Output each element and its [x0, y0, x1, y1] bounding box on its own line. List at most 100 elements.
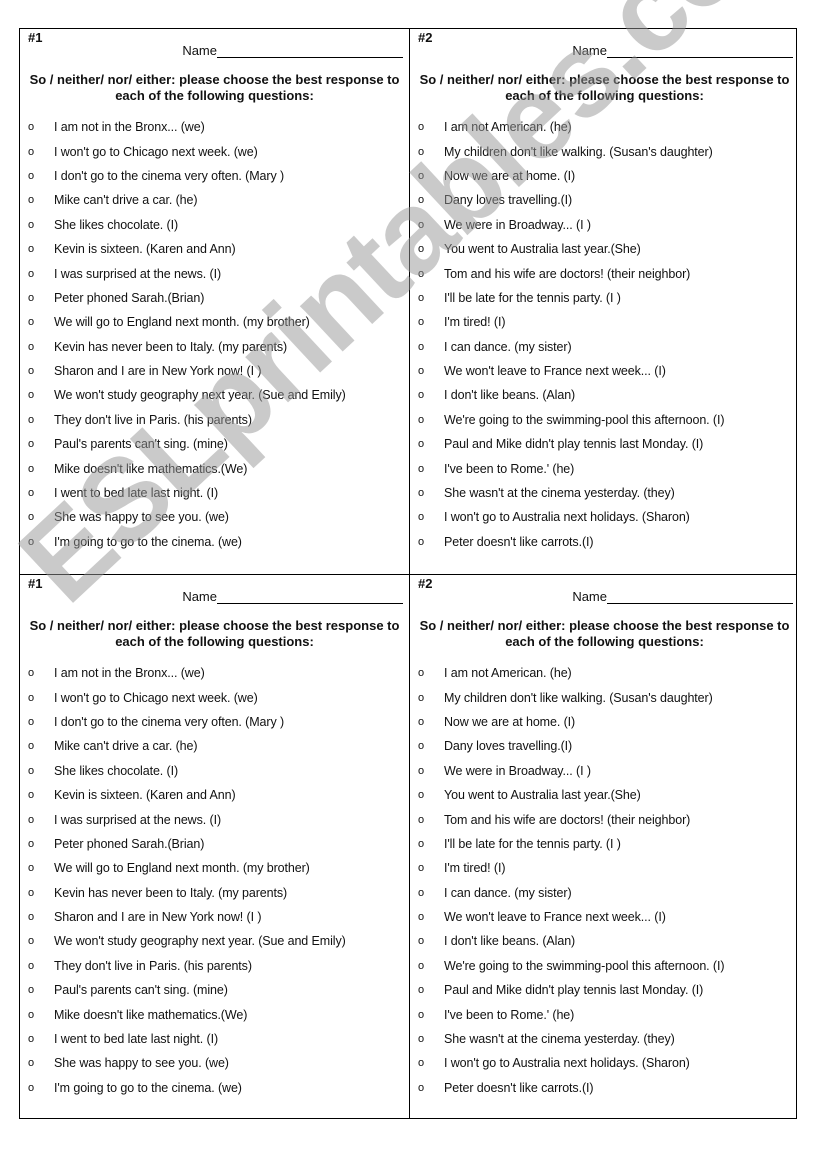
question-text: I was surprised at the news. (I)	[54, 812, 222, 827]
question-text: I am not in the Bronx... (we)	[54, 120, 205, 135]
question-item: o Sharon and I are in New York now! (I )	[20, 905, 409, 929]
bullet-icon: o	[28, 715, 35, 728]
question-list: o I am not in the Bronx... (we) o I won't g…	[20, 115, 409, 554]
question-text: We will go to England next month. (my br…	[54, 315, 310, 330]
bullet-icon: o	[28, 1057, 35, 1070]
bullet-icon: o	[418, 1008, 425, 1021]
question-text: You went to Australia last year.(She)	[444, 788, 641, 803]
question-text: I went to bed late last night. (I)	[54, 486, 219, 501]
question-text: I can dance. (my sister)	[444, 339, 572, 354]
question-item: o Tom and his wife are doctors! (their ne…	[410, 261, 799, 285]
question-text: My children don't like walking. (Susan's…	[444, 144, 713, 159]
bullet-icon: o	[418, 935, 425, 948]
bullet-icon: o	[28, 691, 35, 704]
name-label: Name	[182, 589, 217, 604]
bullet-icon: o	[28, 984, 35, 997]
question-item: o I've been to Rome.' (he)	[410, 456, 799, 480]
question-text: I won't go to Chicago next week. (we)	[54, 690, 258, 705]
question-item: o We won't leave to France next week... (…	[410, 359, 799, 383]
question-list: o I am not American. (he) o My children don…	[410, 661, 799, 1100]
name-label: Name	[572, 589, 607, 604]
question-text: Now we are at home. (I)	[444, 714, 576, 729]
bullet-icon: o	[28, 886, 35, 899]
question-text: Peter phoned Sarah.(Brian)	[54, 836, 205, 851]
bullet-icon: o	[418, 194, 425, 207]
bullet-icon: o	[28, 1081, 35, 1094]
question-item: o She wasn't at the cinema yesterday. (th…	[410, 1027, 799, 1051]
question-item: o She likes chocolate. (I)	[20, 213, 409, 237]
question-item: o Mike doesn't like mathematics.(We)	[20, 456, 409, 480]
question-item: o They don't live in Paris. (his parents)	[20, 408, 409, 432]
question-text: You went to Australia last year.(She)	[444, 242, 641, 257]
bullet-icon: o	[28, 194, 35, 207]
question-item: o I'm going to go to the cinema. (we)	[20, 1076, 409, 1100]
question-item: o Sharon and I are in New York now! (I )	[20, 359, 409, 383]
question-text: I'm tired! (I)	[444, 315, 506, 330]
name-field: Name	[20, 589, 403, 604]
bullet-icon: o	[418, 169, 425, 182]
bullet-icon: o	[28, 389, 35, 402]
bullet-icon: o	[28, 316, 35, 329]
question-text: I can dance. (my sister)	[444, 885, 572, 900]
bullet-icon: o	[28, 911, 35, 924]
name-blank-line[interactable]	[607, 589, 793, 604]
question-text: I don't go to the cinema very often. (Ma…	[54, 714, 285, 729]
bullet-icon: o	[28, 862, 35, 875]
question-text: I'm going to go to the cinema. (we)	[54, 1080, 242, 1095]
question-text: I don't like beans. (Alan)	[444, 388, 576, 403]
question-item: o I don't like beans. (Alan)	[410, 383, 799, 407]
name-blank-line[interactable]	[217, 43, 403, 58]
question-item: o I can dance. (my sister)	[410, 881, 799, 905]
question-item: o I'm tired! (I)	[410, 856, 799, 880]
instructions-heading: So / neither/ nor/ either: please choose…	[419, 618, 790, 649]
question-text: We're going to the swimming-pool this af…	[444, 412, 725, 427]
question-item: o I'll be late for the tennis party. (I )	[410, 286, 799, 310]
question-item: o I've been to Rome.' (he)	[410, 1002, 799, 1026]
question-text: I am not American. (he)	[444, 120, 572, 135]
question-item: o We will go to England next month. (my b…	[20, 856, 409, 880]
bullet-icon: o	[28, 740, 35, 753]
question-item: o I am not American. (he)	[410, 661, 799, 685]
question-item: o My children don't like walking. (Susan'…	[410, 139, 799, 163]
question-text: She was happy to see you. (we)	[54, 510, 229, 525]
bullet-icon: o	[28, 291, 35, 304]
instructions-heading: So / neither/ nor/ either: please choose…	[29, 618, 400, 649]
bullet-icon: o	[418, 764, 425, 777]
bullet-icon: o	[28, 121, 35, 134]
name-label: Name	[182, 43, 217, 58]
question-item: o They don't live in Paris. (his parents)	[20, 954, 409, 978]
name-blank-line[interactable]	[607, 43, 793, 58]
question-text: Paul and Mike didn't play tennis last Mo…	[444, 437, 704, 452]
question-item: o Peter phoned Sarah.(Brian)	[20, 286, 409, 310]
question-item: o I was surprised at the news. (I)	[20, 261, 409, 285]
question-text: I've been to Rome.' (he)	[444, 461, 575, 476]
question-text: We won't leave to France next week... (I…	[444, 364, 666, 379]
question-text: Kevin has never been to Italy. (my paren…	[54, 339, 288, 354]
question-item: o I won't go to Chicago next week. (we)	[20, 685, 409, 709]
bullet-icon: o	[418, 691, 425, 704]
question-text: She wasn't at the cinema yesterday. (the…	[444, 486, 675, 501]
question-text: We were in Broadway... (I )	[444, 217, 591, 232]
bullet-icon: o	[418, 462, 425, 475]
bullet-icon: o	[28, 935, 35, 948]
name-blank-line[interactable]	[217, 589, 403, 604]
worksheet-card-2-bottom: #2 Name So / neither/ nor/ either: please …	[410, 575, 799, 1120]
question-item: o She wasn't at the cinema yesterday. (th…	[410, 481, 799, 505]
bullet-icon: o	[28, 813, 35, 826]
bullet-icon: o	[418, 740, 425, 753]
question-text: Sharon and I are in New York now! (I )	[54, 364, 262, 379]
bullet-icon: o	[418, 959, 425, 972]
bullet-icon: o	[418, 511, 425, 524]
question-text: Tom and his wife are doctors! (their nei…	[444, 266, 691, 281]
bullet-icon: o	[418, 837, 425, 850]
question-item: o I won't go to Chicago next week. (we)	[20, 139, 409, 163]
bullet-icon: o	[418, 243, 425, 256]
question-item: o Now we are at home. (I)	[410, 164, 799, 188]
bullet-icon: o	[418, 145, 425, 158]
question-text: Paul and Mike didn't play tennis last Mo…	[444, 983, 704, 998]
question-text: Peter doesn't like carrots.(I)	[444, 1080, 594, 1095]
question-item: o I went to bed late last night. (I)	[20, 481, 409, 505]
question-text: Tom and his wife are doctors! (their nei…	[444, 812, 691, 827]
question-text: Mike can't drive a car. (he)	[54, 739, 198, 754]
question-item: o You went to Australia last year.(She)	[410, 237, 799, 261]
